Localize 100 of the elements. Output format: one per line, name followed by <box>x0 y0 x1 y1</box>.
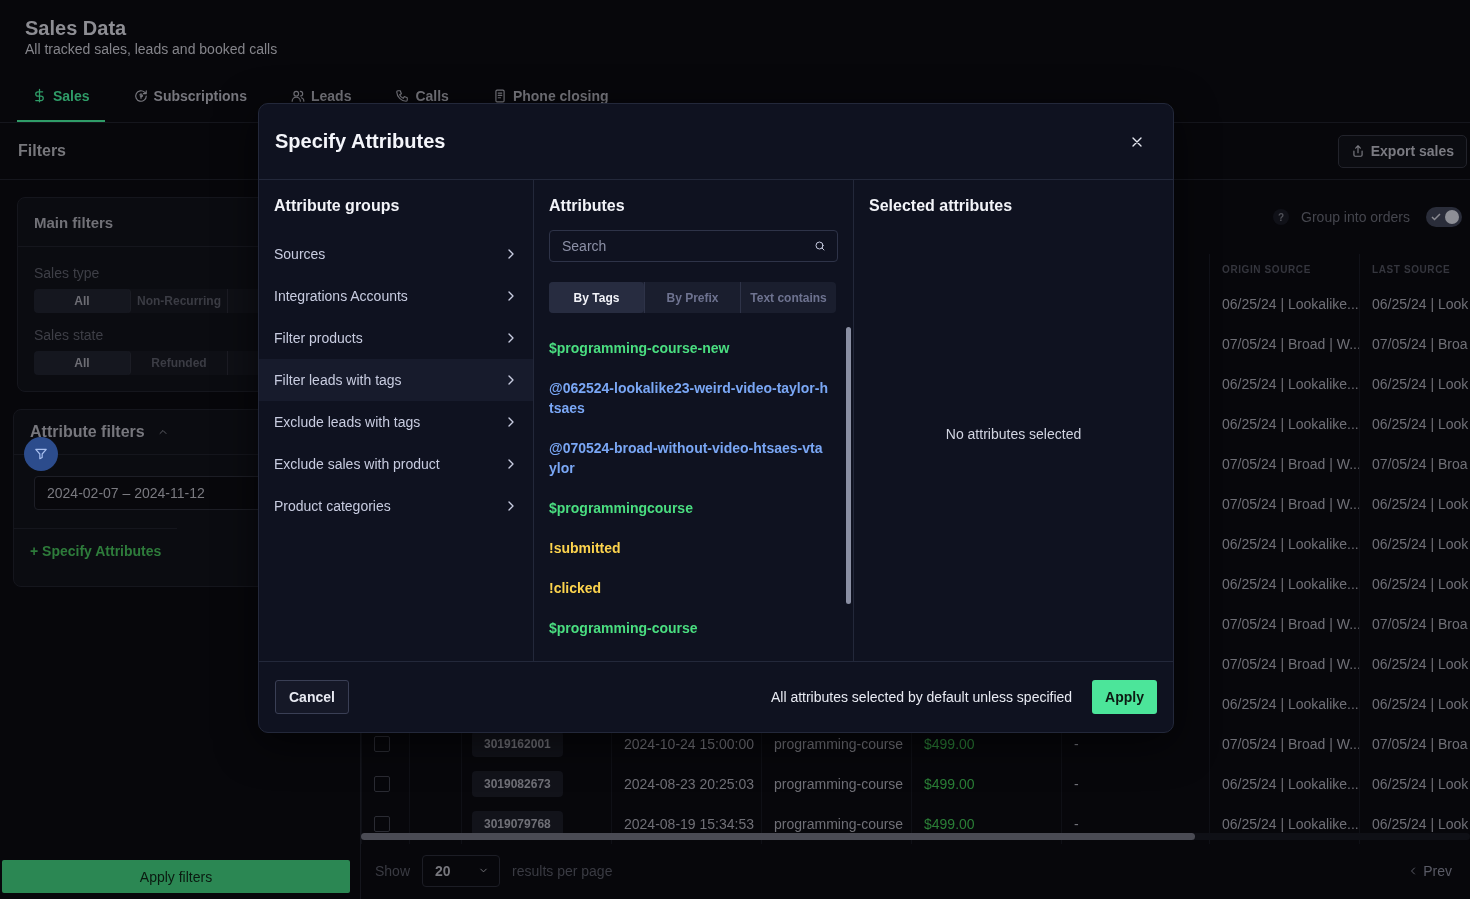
table-cell: 06/25/24 | Look <box>1372 656 1469 672</box>
table-cell: $499.00 <box>924 776 975 792</box>
group-item[interactable]: Exclude leads with tags <box>259 401 533 443</box>
mode-tab[interactable]: Text contains <box>740 282 836 313</box>
table-cell: 06/25/24 | Look <box>1372 376 1469 392</box>
group-item[interactable]: Sources <box>259 233 533 275</box>
tab[interactable]: Sales <box>17 59 105 122</box>
row-checkbox[interactable] <box>374 736 390 752</box>
segment-option[interactable]: All <box>34 351 131 375</box>
page-title: Sales Data <box>25 16 128 40</box>
table-cell: 07/05/24 | Broad | W... <box>1222 456 1361 472</box>
table-cell: 06/25/24 | Look <box>1372 776 1469 792</box>
mode-tab[interactable]: By Prefix <box>644 282 740 313</box>
table-cell: 07/05/24 | Broad | W... <box>1222 336 1361 352</box>
table-cell: 06/25/24 | Look <box>1372 296 1469 312</box>
filter-badge[interactable] <box>24 437 58 471</box>
segment-option[interactable]: All <box>34 289 131 313</box>
tab[interactable]: Subscriptions <box>118 59 262 122</box>
attribute-tag[interactable]: $programmingcourse <box>549 498 829 518</box>
table-cell: 07/05/24 | Broa <box>1372 456 1468 472</box>
table-cell: 07/05/24 | Broa <box>1372 336 1468 352</box>
phone-icon <box>395 88 410 103</box>
attribute-tag[interactable]: !clicked <box>549 578 829 598</box>
group-toggle[interactable] <box>1426 207 1462 227</box>
table-cell: programming-course <box>774 776 904 792</box>
table-cell: 07/05/24 | Broad | W... <box>1222 656 1361 672</box>
table-cell: 2024-08-23 20:25:03 <box>624 776 754 792</box>
apply-filters-button[interactable]: Apply filters <box>2 860 350 893</box>
attribute-tag[interactable]: @062524-lookalike23-weird-video-taylor-htsaes <box>549 378 829 418</box>
tab[interactable]: Phone closing <box>477 59 624 122</box>
group-item[interactable]: Filter products <box>259 317 533 359</box>
table-cell: 07/05/24 | Broa <box>1372 616 1468 632</box>
attribute-tag[interactable]: @070524-broad-without-video-htsaes-vtaylor <box>549 438 829 478</box>
table-cell: - <box>1074 736 1079 752</box>
export-button[interactable]: Export sales <box>1337 134 1467 168</box>
table-cell: 07/05/24 | Broad | W... <box>1222 736 1361 752</box>
column-heading: Attributes <box>549 197 625 214</box>
column-heading: Selected attributes <box>869 197 1013 214</box>
table-cell: 06/25/24 | Look <box>1372 816 1469 832</box>
table-cell: 06/25/24 | Look <box>1372 496 1469 512</box>
table-cell: 07/05/24 | Broad | W... <box>1222 616 1361 632</box>
search-field[interactable]: Search <box>549 230 838 262</box>
prev-button[interactable]: Prev <box>1401 861 1458 880</box>
scrollbar[interactable] <box>361 833 1195 840</box>
table-cell: 06/25/24 | Look <box>1372 576 1469 592</box>
group-item[interactable]: Integrations Accounts <box>259 275 533 317</box>
page-size-select[interactable]: 20 <box>422 854 501 887</box>
table-cell: 06/25/24 | Look <box>1372 536 1469 552</box>
table-cell: programming-course <box>774 816 904 832</box>
table-cell: 2024-08-19 15:34:53 <box>624 816 754 832</box>
card-title: Main filters <box>34 213 114 231</box>
receipt-icon <box>492 88 507 103</box>
refresh-icon <box>133 88 148 103</box>
search-icon <box>814 240 826 252</box>
table-cell: 06/25/24 | Look <box>1372 696 1469 712</box>
table-cell: 06/25/24 | Lookalike... <box>1222 296 1359 312</box>
table-cell: - <box>1074 776 1079 792</box>
group-item[interactable]: Filter leads with tags <box>259 359 533 401</box>
table-cell: $499.00 <box>924 736 975 752</box>
table-cell: $499.00 <box>924 816 975 832</box>
dialog-title: Specify Attributes <box>275 130 446 153</box>
check-icon <box>1430 211 1442 223</box>
table-cell: 06/25/24 | Lookalike... <box>1222 576 1359 592</box>
table-cell: 06/25/24 | Lookalike... <box>1222 816 1359 832</box>
attribute-tag[interactable]: $programming-course-new <box>549 338 829 358</box>
table-cell: 07/05/24 | Broad | W... <box>1222 496 1361 512</box>
toggle-label: Group into orders <box>1301 209 1410 225</box>
table-cell: 07/05/24 | Broa <box>1372 736 1468 752</box>
card-title: Attribute filters <box>30 423 145 441</box>
attribute-tag[interactable]: $programming-course <box>549 618 829 638</box>
cancel-button[interactable]: Cancel <box>275 680 349 714</box>
table-cell: 06/25/24 | Look <box>1372 416 1469 432</box>
table-cell: programming-course <box>774 736 904 752</box>
table-cell: 2024-10-24 15:00:00 <box>624 736 754 752</box>
page-subtitle: All tracked sales, leads and booked calls <box>25 40 279 58</box>
row-checkbox[interactable] <box>374 816 390 832</box>
apply-button[interactable]: Apply <box>1092 680 1157 714</box>
table-cell: 06/25/24 | Lookalike... <box>1222 776 1359 792</box>
dollar-icon <box>32 88 47 103</box>
attribute-tag[interactable]: !submitted <box>549 538 829 558</box>
funnel-icon <box>34 447 48 461</box>
table-cell: 06/25/24 | Lookalike... <box>1222 536 1359 552</box>
specify-attributes-link[interactable]: + Specify Attributes <box>14 528 178 573</box>
column-heading: Attribute groups <box>274 197 400 214</box>
id-chip: 3019082673 <box>472 771 563 797</box>
table-cell: 06/25/24 | Lookalike... <box>1222 416 1359 432</box>
scrollbar[interactable] <box>846 327 851 604</box>
tab[interactable]: Calls <box>380 59 464 122</box>
table-cell: - <box>1074 816 1079 832</box>
share-icon <box>1350 144 1365 158</box>
mode-tab[interactable]: By Tags <box>549 282 644 313</box>
show-label: Show <box>375 862 411 879</box>
footer-note: All attributes selected by default unless specified <box>770 689 1073 705</box>
id-chip: 3019162001 <box>472 731 563 757</box>
users-icon <box>290 88 305 103</box>
row-checkbox[interactable] <box>374 776 390 792</box>
table-cell: 06/25/24 | Lookalike... <box>1222 696 1359 712</box>
empty-message: No attributes selected <box>945 426 1082 442</box>
tab[interactable]: Leads <box>275 59 367 122</box>
per-page-label: results per page <box>512 862 613 879</box>
